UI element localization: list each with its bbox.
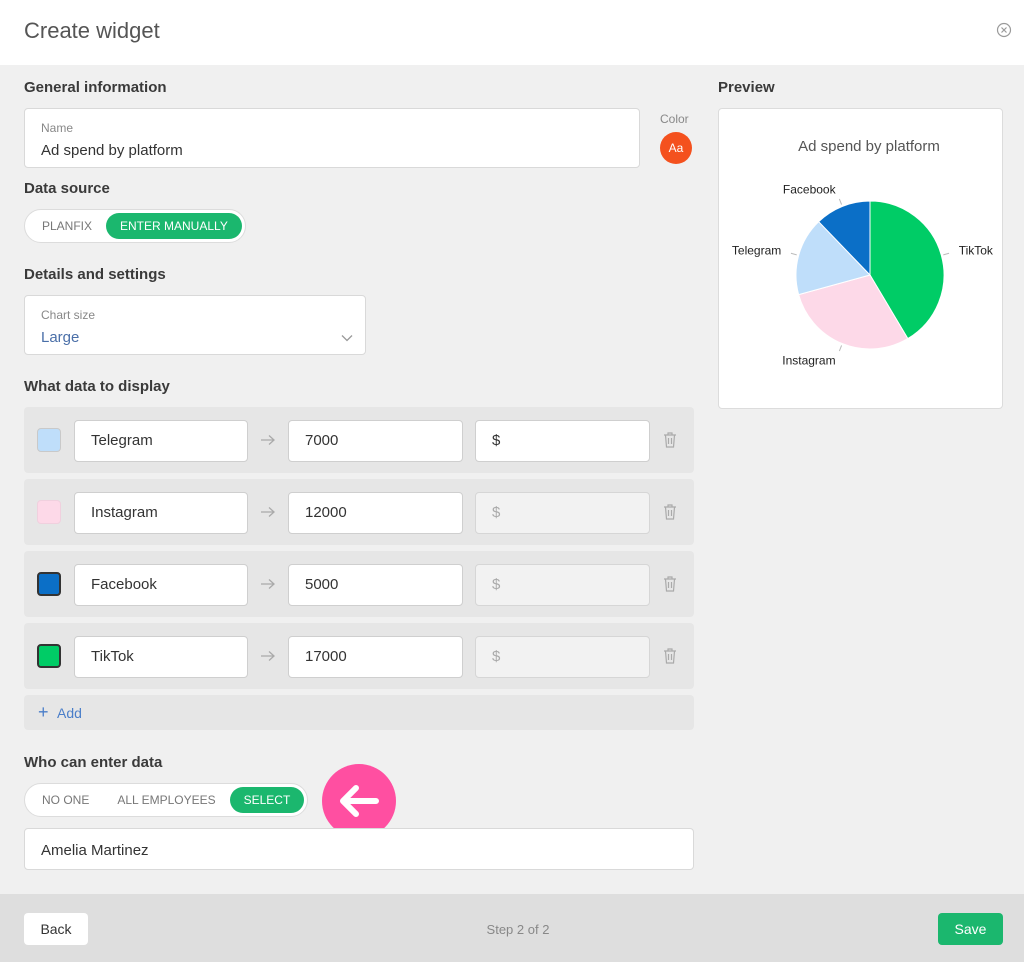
who-can-enter-heading: Who can enter data — [24, 754, 163, 771]
row-color-swatch[interactable] — [37, 500, 61, 524]
row-label-input[interactable]: TikTok — [74, 636, 248, 678]
row-color-swatch[interactable] — [37, 572, 61, 596]
data-source-heading: Data source — [24, 180, 110, 197]
row-value-input[interactable]: 7000 — [288, 420, 463, 462]
data-display-heading: What data to display — [24, 378, 170, 395]
row-value-input[interactable]: 12000 — [288, 492, 463, 534]
trash-icon[interactable] — [662, 647, 678, 665]
pie-label-tiktok: TikTok — [959, 244, 994, 258]
row-unit-input: $ — [475, 492, 650, 534]
pie-label-leader — [943, 252, 950, 256]
chart-size-label: Chart size — [41, 308, 96, 322]
data-source-toggle: PLANFIX ENTER MANUALLY — [24, 209, 246, 243]
chart-title: Ad spend by platform — [798, 138, 940, 155]
name-field-value[interactable]: Ad spend by platform — [41, 142, 183, 159]
color-picker-button[interactable]: Aa — [660, 132, 692, 164]
trash-icon[interactable] — [662, 575, 678, 593]
general-information-heading: General information — [24, 79, 167, 96]
data-source-option-enter-manually[interactable]: ENTER MANUALLY — [106, 213, 242, 239]
name-field-label: Name — [41, 121, 74, 135]
add-row-button[interactable]: + Add — [24, 695, 694, 730]
data-source-option-planfix[interactable]: PLANFIX — [28, 213, 106, 239]
pie-label-leader — [790, 252, 797, 256]
row-color-swatch[interactable] — [37, 644, 61, 668]
arrow-left-icon — [322, 764, 396, 838]
plus-icon: + — [38, 702, 49, 722]
dialog-footer: Back Step 2 of 2 Save — [0, 894, 1024, 962]
access-option-all-employees[interactable]: ALL EMPLOYEES — [103, 787, 229, 813]
row-unit-input: $ — [475, 636, 650, 678]
selected-user-field[interactable]: Amelia Martinez — [24, 828, 694, 870]
add-row-label: Add — [57, 705, 82, 721]
access-option-no-one[interactable]: NO ONE — [28, 787, 103, 813]
details-settings-heading: Details and settings — [24, 266, 166, 283]
pie-label-instagram: Instagram — [782, 353, 835, 367]
arrow-right-icon — [261, 579, 275, 589]
dialog-title: Create widget — [24, 18, 160, 43]
row-unit-input[interactable]: $ — [475, 420, 650, 462]
pie-label-leader — [838, 198, 843, 205]
data-row: Facebook 5000 $ — [24, 551, 694, 617]
row-label-input[interactable]: Instagram — [74, 492, 248, 534]
chart-size-select[interactable]: Chart size Large — [24, 295, 366, 355]
arrow-right-icon — [261, 507, 275, 517]
pie-label-telegram: Telegram — [732, 244, 781, 258]
chart-size-value: Large — [41, 329, 80, 346]
trash-icon[interactable] — [662, 431, 678, 449]
data-row: Instagram 12000 $ — [24, 479, 694, 545]
dialog-header: Create widget — [0, 0, 1024, 65]
chart-preview: Ad spend by platform TikTok Instagram Tele… — [718, 108, 1003, 409]
name-field[interactable]: Name Ad spend by platform — [24, 108, 640, 168]
data-row: Telegram 7000 $ — [24, 407, 694, 473]
save-button[interactable]: Save — [938, 913, 1003, 945]
access-toggle: NO ONE ALL EMPLOYEES SELECT — [24, 783, 309, 817]
chevron-down-icon — [341, 335, 353, 342]
arrow-right-icon — [261, 435, 275, 445]
row-value-input[interactable]: 17000 — [288, 636, 463, 678]
color-label: Color — [660, 112, 689, 126]
pie-chart: Ad spend by platform TikTok Instagram Tele… — [732, 138, 994, 367]
row-unit-input: $ — [475, 564, 650, 606]
pie-label-leader — [838, 345, 843, 352]
row-label-input[interactable]: Facebook — [74, 564, 248, 606]
trash-icon[interactable] — [662, 503, 678, 521]
selected-user-value: Amelia Martinez — [41, 842, 149, 859]
close-icon[interactable] — [996, 22, 1012, 38]
access-option-select[interactable]: SELECT — [229, 787, 305, 813]
row-value-input[interactable]: 5000 — [288, 564, 463, 606]
data-row: TikTok 17000 $ — [24, 623, 694, 689]
step-indicator: Step 2 of 2 — [486, 922, 550, 937]
pie-label-facebook: Facebook — [783, 183, 837, 197]
arrow-right-icon — [261, 651, 275, 661]
preview-heading: Preview — [718, 79, 775, 96]
row-label-input[interactable]: Telegram — [74, 420, 248, 462]
row-color-swatch[interactable] — [37, 428, 61, 452]
